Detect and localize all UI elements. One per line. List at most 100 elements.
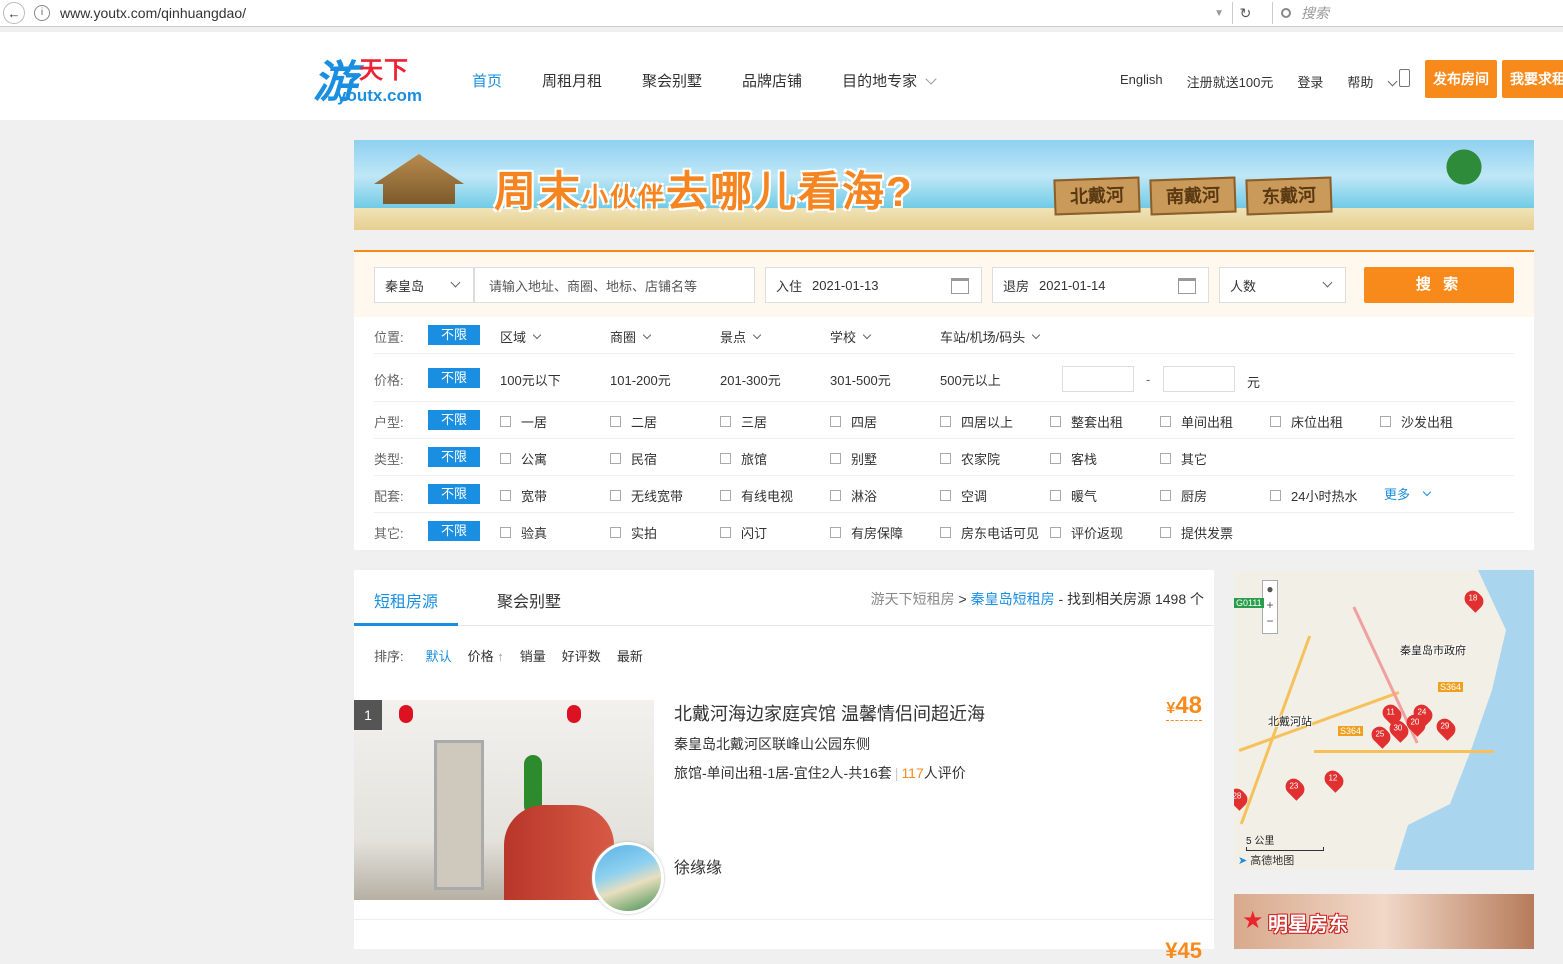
- listing-title[interactable]: 北戴河海边家庭宾馆 温馨情侣间超近海: [674, 700, 985, 726]
- mobile-icon[interactable]: [1399, 69, 1410, 87]
- other-option[interactable]: 实拍: [610, 523, 657, 542]
- keyword-input[interactable]: 请输入地址、商圈、地标、店铺名等: [474, 267, 755, 303]
- filter-scenic-spot[interactable]: 景点: [720, 327, 762, 346]
- room-option[interactable]: 整套出租: [1050, 412, 1123, 431]
- login-link[interactable]: 登录: [1297, 72, 1323, 91]
- checkbox[interactable]: [940, 453, 951, 464]
- other-option[interactable]: 提供发票: [1160, 523, 1233, 542]
- checkbox[interactable]: [610, 527, 621, 538]
- price-option[interactable]: 101-200元: [610, 370, 671, 389]
- room-option[interactable]: 床位出租: [1270, 412, 1343, 431]
- checkbox[interactable]: [830, 490, 841, 501]
- type-option[interactable]: 公寓: [500, 449, 547, 468]
- register-link[interactable]: 注册就送100元: [1187, 72, 1274, 91]
- tab-party-villa[interactable]: 聚会别墅: [497, 588, 561, 612]
- other-option[interactable]: 评价返现: [1050, 523, 1123, 542]
- checkbox[interactable]: [500, 490, 511, 501]
- nav-weekly-monthly[interactable]: 周租月租: [542, 70, 602, 91]
- price-max-input[interactable]: [1163, 366, 1235, 392]
- filter-unlimited[interactable]: 不限: [428, 447, 480, 467]
- help-link[interactable]: 帮助: [1347, 72, 1398, 91]
- star-landlord-ad[interactable]: ★ 明星房东: [1234, 894, 1534, 949]
- facility-option[interactable]: 厨房: [1160, 486, 1207, 505]
- host-name[interactable]: 徐缘缘: [674, 854, 722, 878]
- map-pin[interactable]: 23: [1282, 775, 1308, 801]
- tab-short-term[interactable]: 短租房源: [374, 588, 438, 612]
- url-dropdown-icon[interactable]: ▼: [1214, 8, 1224, 19]
- url-text[interactable]: www.youtx.com/qinhuangdao/: [60, 5, 246, 21]
- price-option[interactable]: 500元以上: [940, 370, 1001, 389]
- filter-unlimited[interactable]: 不限: [428, 484, 480, 504]
- type-option[interactable]: 农家院: [940, 449, 1000, 468]
- facility-option[interactable]: 宽带: [500, 486, 547, 505]
- map-pin[interactable]: 18: [1461, 587, 1487, 613]
- city-select[interactable]: 秦皇岛: [374, 267, 474, 303]
- checkbox[interactable]: [830, 453, 841, 464]
- price-option[interactable]: 301-500元: [830, 370, 891, 389]
- checkbox[interactable]: [1050, 527, 1061, 538]
- room-option[interactable]: 二居: [610, 412, 657, 431]
- request-rent-button[interactable]: 我要求租: [1502, 60, 1563, 98]
- facility-option[interactable]: 24小时热水: [1270, 486, 1357, 505]
- facility-option[interactable]: 无线宽带: [610, 486, 683, 505]
- publish-room-button[interactable]: 发布房间: [1425, 60, 1497, 98]
- room-option[interactable]: 单间出租: [1160, 412, 1233, 431]
- checkout-date-input[interactable]: 退房 2021-01-14: [992, 267, 1209, 303]
- back-icon[interactable]: ←: [3, 2, 25, 24]
- other-option[interactable]: 验真: [500, 523, 547, 542]
- checkbox[interactable]: [1050, 490, 1061, 501]
- checkbox[interactable]: [1160, 527, 1171, 538]
- room-option[interactable]: 沙发出租: [1380, 412, 1453, 431]
- other-option[interactable]: 房东电话可见: [940, 523, 1039, 542]
- facility-option[interactable]: 暖气: [1050, 486, 1097, 505]
- checkbox[interactable]: [610, 453, 621, 464]
- nav-party-villa[interactable]: 聚会别墅: [642, 70, 702, 91]
- map-pin[interactable]: 29: [1433, 715, 1459, 741]
- map-zoom-control[interactable]: ● + −: [1262, 580, 1278, 634]
- type-option[interactable]: 旅馆: [720, 449, 767, 468]
- sort-price[interactable]: 价格 ↑: [468, 646, 504, 665]
- checkbox[interactable]: [1050, 453, 1061, 464]
- checkbox[interactable]: [940, 490, 951, 501]
- nav-home[interactable]: 首页: [472, 70, 502, 91]
- checkbox[interactable]: [720, 453, 731, 464]
- results-map[interactable]: ● + − G0111 秦皇岛市政府 北戴河站 S364 S364 18 11 …: [1234, 570, 1534, 870]
- sort-default[interactable]: 默认: [426, 646, 452, 665]
- calendar-icon[interactable]: [1178, 278, 1196, 294]
- checkbox[interactable]: [500, 527, 511, 538]
- type-option[interactable]: 客栈: [1050, 449, 1097, 468]
- type-option[interactable]: 其它: [1160, 449, 1207, 468]
- checkbox[interactable]: [1050, 416, 1061, 427]
- calendar-icon[interactable]: [951, 278, 969, 294]
- checkbox[interactable]: [1380, 416, 1391, 427]
- crumb-root[interactable]: 游天下短租房: [871, 591, 955, 607]
- checkbox[interactable]: [1160, 416, 1171, 427]
- filter-unlimited[interactable]: 不限: [428, 521, 480, 541]
- type-option[interactable]: 别墅: [830, 449, 877, 468]
- checkbox[interactable]: [830, 416, 841, 427]
- checkbox[interactable]: [720, 527, 731, 538]
- next-listing-card[interactable]: ¥45: [354, 930, 1214, 963]
- checkbox[interactable]: [500, 453, 511, 464]
- checkbox[interactable]: [1270, 490, 1281, 501]
- more-facilities-link[interactable]: 更多: [1384, 484, 1432, 503]
- filter-district[interactable]: 区域: [500, 327, 542, 346]
- address-bar[interactable]: i www.youtx.com/qinhuangdao/ ▼ ↻: [29, 2, 1262, 24]
- info-icon[interactable]: i: [34, 5, 50, 21]
- site-logo[interactable]: 游 天下 youtx.com: [313, 46, 438, 108]
- guests-select[interactable]: 人数: [1219, 267, 1346, 303]
- zoom-in-icon[interactable]: ●: [1263, 581, 1277, 597]
- checkbox[interactable]: [830, 527, 841, 538]
- facility-option[interactable]: 有线电视: [720, 486, 793, 505]
- checkbox[interactable]: [940, 527, 951, 538]
- nav-brand-stores[interactable]: 品牌店铺: [742, 70, 802, 91]
- search-button[interactable]: 搜 索: [1364, 267, 1514, 303]
- checkbox[interactable]: [1160, 453, 1171, 464]
- filter-business-area[interactable]: 商圈: [610, 327, 652, 346]
- checkbox[interactable]: [720, 416, 731, 427]
- promo-banner[interactable]: 周末小伙伴去哪儿看海? 北戴河 南戴河 东戴河: [354, 140, 1534, 230]
- crumb-city[interactable]: 秦皇岛短租房: [971, 591, 1055, 607]
- room-option[interactable]: 四居: [830, 412, 877, 431]
- checkbox[interactable]: [1160, 490, 1171, 501]
- zoom-out-button[interactable]: −: [1263, 613, 1277, 629]
